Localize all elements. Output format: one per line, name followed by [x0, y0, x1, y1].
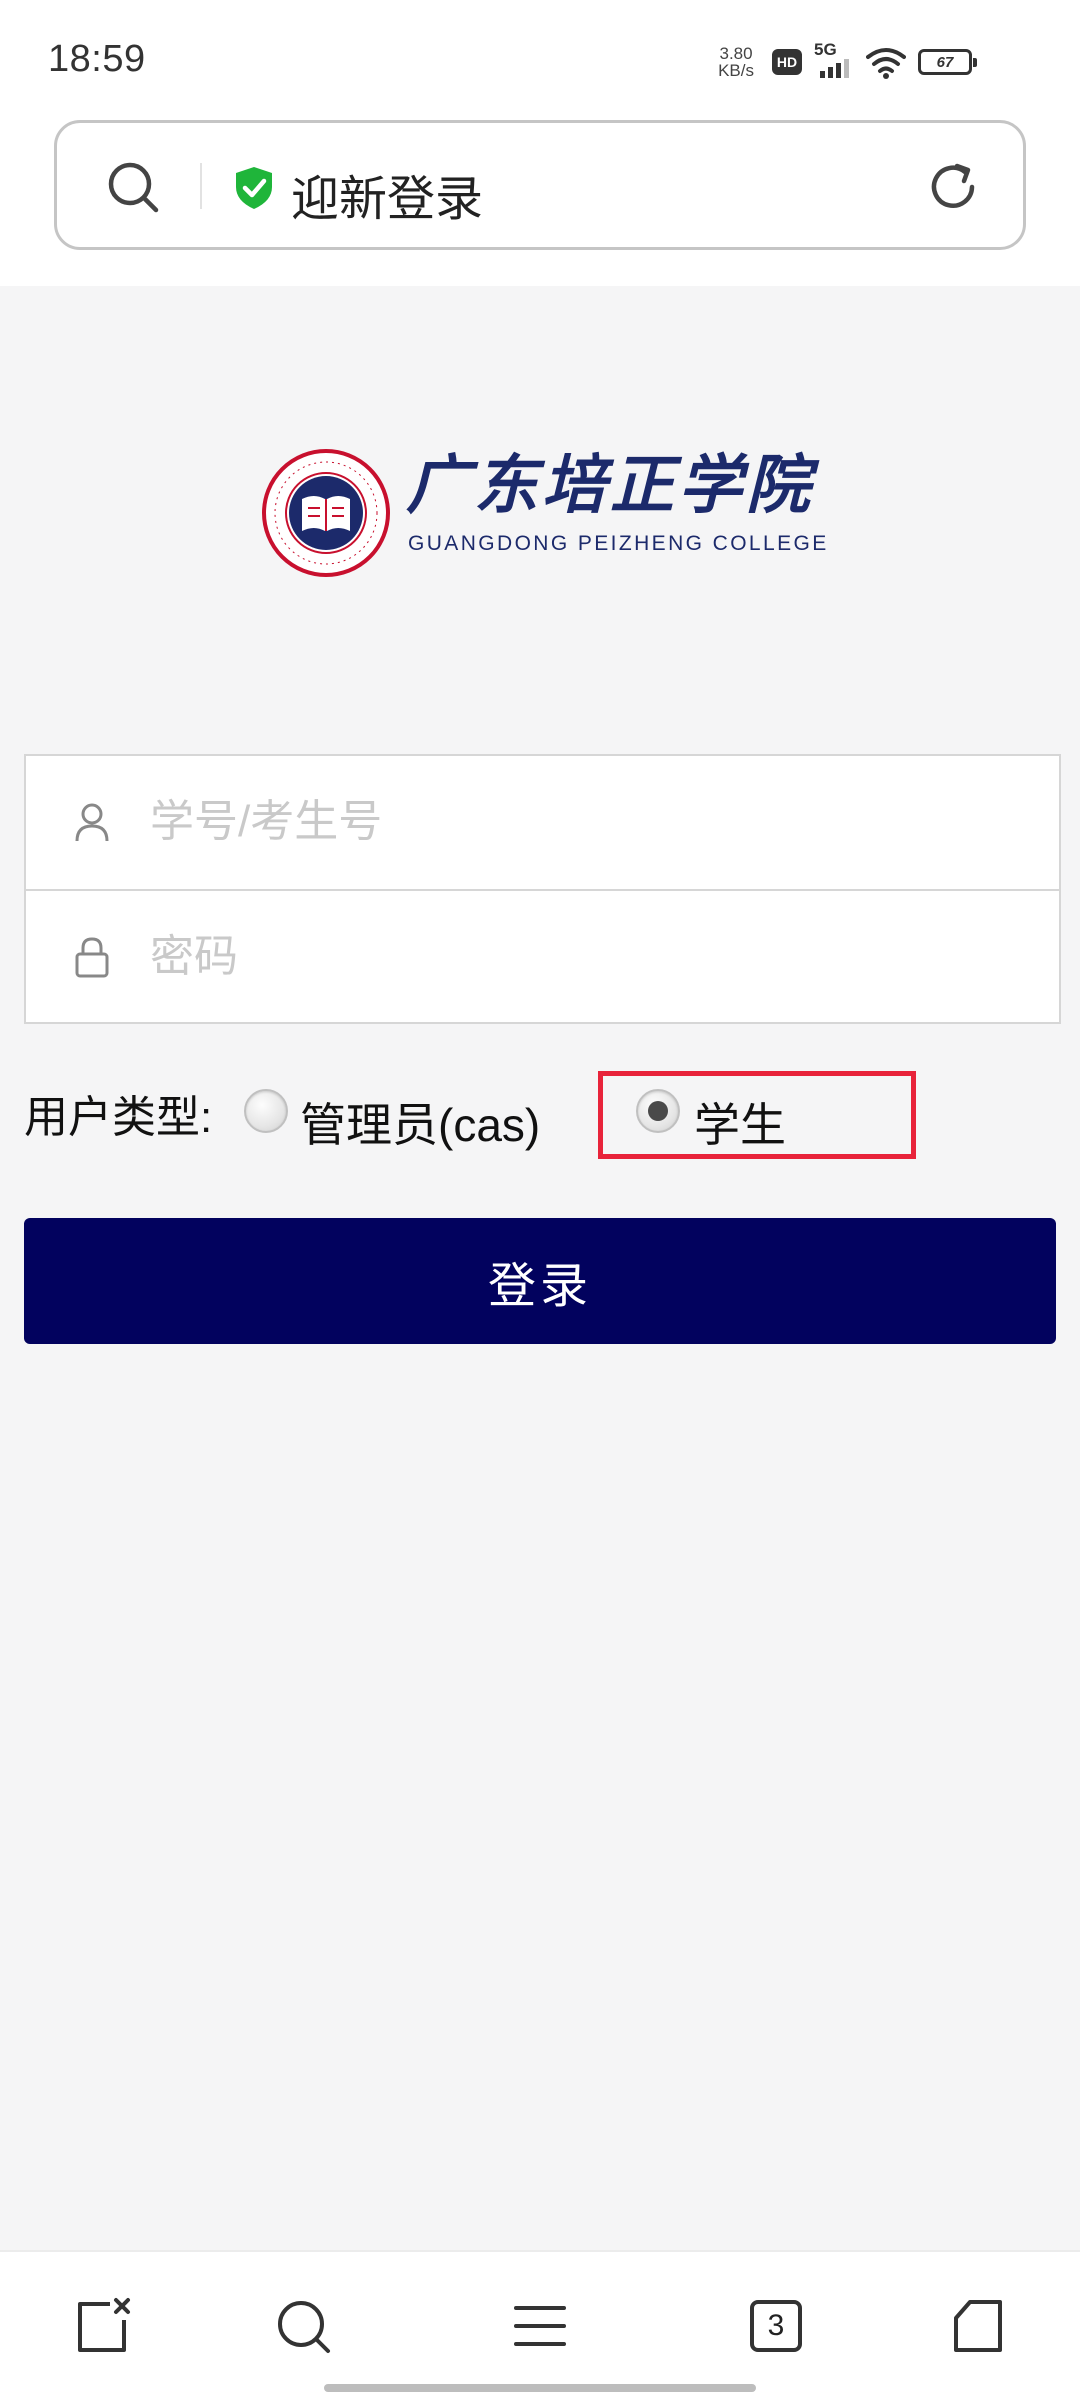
- username-input[interactable]: [150, 786, 1030, 858]
- user-type-selector: 用户类型: 管理员(cas) 学生: [24, 1071, 1064, 1181]
- user-icon: [75, 803, 109, 842]
- college-name-en: GUANGDONG PEIZHENG COLLEGE: [408, 532, 829, 555]
- close-tab-icon[interactable]: [70, 2294, 134, 2358]
- network-speed-value: 3.80: [719, 44, 753, 63]
- page-content: 广东培正学院 GUANGDONG PEIZHENG COLLEGE 学号/考生号…: [0, 286, 1080, 2250]
- menu-icon[interactable]: [508, 2294, 572, 2358]
- login-button[interactable]: 登录: [24, 1218, 1056, 1344]
- search-icon[interactable]: [105, 159, 161, 215]
- network-speed: 3.80 KB/s: [718, 45, 754, 79]
- radio-admin[interactable]: [244, 1089, 288, 1133]
- hd-icon: HD: [772, 49, 802, 75]
- radio-student[interactable]: [636, 1089, 680, 1133]
- college-logo: 广东培正学院 GUANGDONG PEIZHENG COLLEGE: [262, 449, 826, 579]
- bottom-nav: 3: [0, 2250, 1080, 2400]
- user-type-label: 用户类型:: [24, 1093, 213, 1142]
- wifi-icon: [866, 48, 906, 79]
- radio-student-label[interactable]: 学生: [694, 1089, 786, 1155]
- home-icon[interactable]: [946, 2294, 1010, 2358]
- status-indicators: 3.80 KB/s HD 5G 67: [718, 40, 977, 84]
- signal-type-label: 5G: [814, 40, 837, 59]
- password-row: [26, 889, 1059, 1022]
- college-name-cn: 广东培正学院: [406, 449, 820, 521]
- gesture-bar[interactable]: [324, 2384, 756, 2392]
- status-bar: 18:59 3.80 KB/s HD 5G 67: [0, 0, 1080, 120]
- shield-check-icon: [236, 167, 272, 209]
- network-speed-unit: KB/s: [718, 61, 754, 80]
- battery-level: 67: [936, 53, 954, 71]
- svg-text:广东培正学院: 广东培正学院: [406, 449, 820, 521]
- radio-admin-label[interactable]: 管理员(cas): [300, 1089, 540, 1155]
- login-form: [24, 754, 1061, 1024]
- tabs-button[interactable]: 3: [744, 2294, 808, 2358]
- status-time: 18:59: [48, 38, 146, 80]
- college-seal-icon: [262, 449, 390, 577]
- username-row: [26, 756, 1059, 889]
- address-bar[interactable]: 迎新登录: [54, 120, 1026, 250]
- battery-icon: 67: [918, 49, 977, 75]
- password-input[interactable]: [150, 921, 1030, 993]
- browser-page: 18:59 3.80 KB/s HD 5G 67 迎新登录 广东培正学院 GUA…: [0, 0, 1080, 2400]
- address-bar-divider: [200, 163, 202, 209]
- lock-icon: [75, 937, 109, 978]
- search-icon[interactable]: [272, 2294, 336, 2358]
- page-title[interactable]: 迎新登录: [291, 159, 483, 229]
- tab-count: 3: [767, 2309, 785, 2342]
- refresh-icon[interactable]: [925, 159, 981, 215]
- cellular-signal-icon: 5G: [814, 40, 854, 80]
